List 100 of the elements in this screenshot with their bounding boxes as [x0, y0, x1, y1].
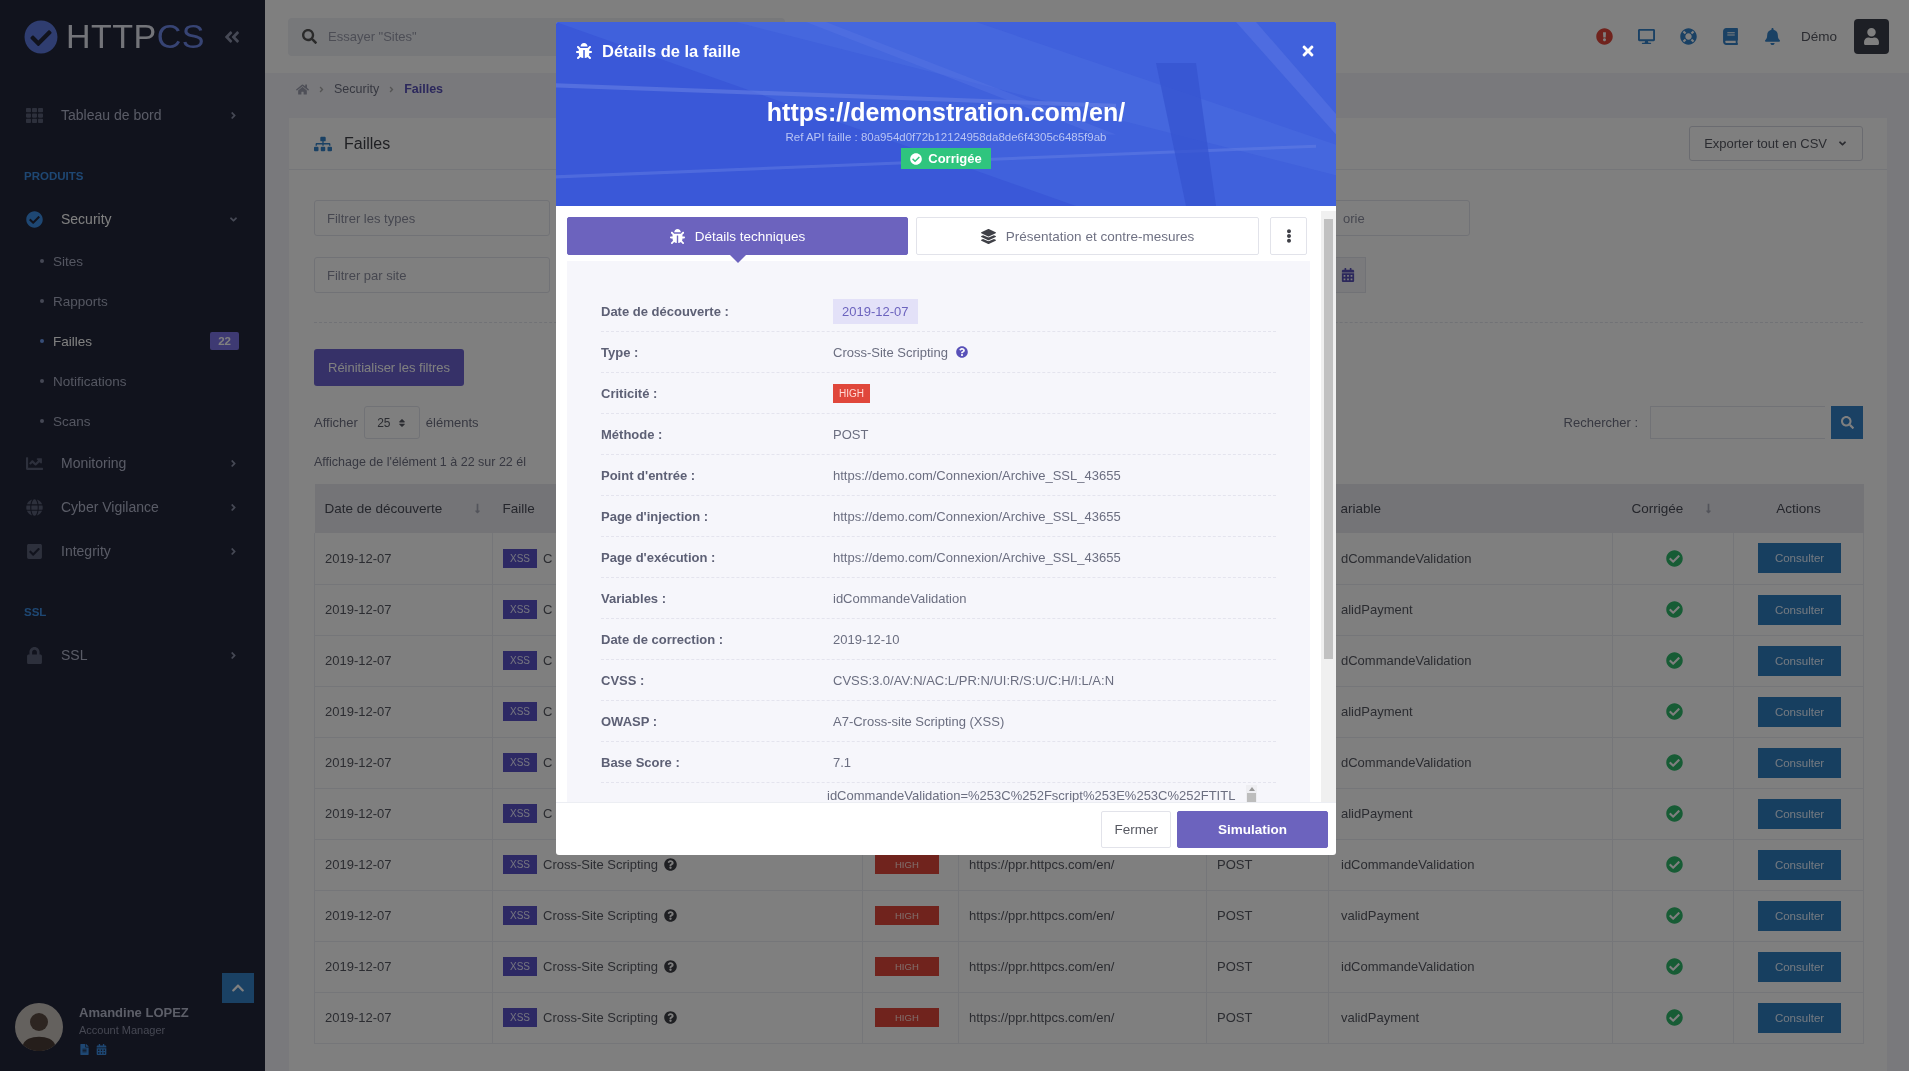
menu-item[interactable]: Cyber Vigilance: [0, 485, 265, 529]
table-cell: POST: [1206, 890, 1329, 941]
user-avatar[interactable]: [1854, 19, 1889, 54]
table-cell: 2019-12-07: [314, 890, 493, 941]
menu-item[interactable]: SSL: [0, 633, 265, 677]
consult-button[interactable]: Consulter: [1758, 645, 1841, 676]
consult-button[interactable]: Consulter: [1758, 849, 1841, 880]
page-size-select[interactable]: 25: [363, 406, 420, 439]
menu-item[interactable]: Tableau de bord: [0, 93, 265, 137]
consult-button[interactable]: Consulter: [1758, 900, 1841, 931]
document-icon[interactable]: [79, 1044, 90, 1055]
menu-item[interactable]: Security: [0, 197, 265, 241]
submenu-item[interactable]: Notifications: [0, 361, 265, 401]
detail-value: 2019-12-10: [833, 631, 900, 647]
submenu-item[interactable]: Rapports: [0, 281, 265, 321]
detail-value: Cross-Site Scripting: [833, 344, 948, 360]
table-cell: validPayment: [1328, 890, 1613, 941]
help-icon[interactable]: [663, 960, 677, 973]
more-options-button[interactable]: [1270, 217, 1307, 255]
detail-value: https://demo.com/Connexion/Archive_SSL_43655: [833, 549, 1121, 565]
consult-button[interactable]: Consulter: [1758, 798, 1841, 829]
column-header[interactable]: Date de découverte: [314, 484, 493, 533]
vulnerability-name: Cross-Site Scripting: [543, 959, 658, 974]
date-chip: 2019-12-07: [833, 298, 918, 324]
consult-button[interactable]: Consulter: [1758, 696, 1841, 727]
tag-badge: XSS: [503, 804, 537, 823]
user-name[interactable]: Démo: [1801, 29, 1837, 44]
submenu-item[interactable]: Failles 22: [0, 321, 265, 361]
consult-button[interactable]: Consulter: [1758, 1002, 1841, 1033]
detail-value: https://demo.com/Connexion/Archive_SSL_43655: [833, 508, 1121, 524]
count-badge: 22: [210, 332, 239, 350]
reset-filters-button[interactable]: Réinitialiser les filtres: [314, 349, 465, 386]
table-cell: idCommandeValidation: [1328, 941, 1613, 992]
consult-button[interactable]: Consulter: [1758, 747, 1841, 778]
help-icon[interactable]: [663, 858, 677, 871]
dashboard-icon: [26, 106, 43, 124]
column-header[interactable]: Corrigée: [1612, 484, 1734, 533]
table-cell: validPayment: [1328, 992, 1613, 1043]
scrollbar[interactable]: [1321, 211, 1336, 802]
search-icon: [302, 28, 317, 44]
help-icon[interactable]: [663, 1011, 677, 1024]
avatar: [15, 1003, 63, 1051]
severity-badge: HIGH: [875, 957, 939, 976]
consult-button[interactable]: Consulter: [1758, 543, 1841, 574]
book-icon[interactable]: [1722, 28, 1739, 45]
checked-folder-icon: [26, 542, 43, 560]
export-button[interactable]: Exporter tout en CSV: [1689, 126, 1863, 161]
home-icon[interactable]: [296, 82, 309, 96]
column-header[interactable]: Actions: [1733, 484, 1864, 533]
table-cell: POST: [1206, 941, 1329, 992]
vulnerability-name: Cross-Site Scripting: [543, 1010, 658, 1025]
consult-button[interactable]: Consulter: [1758, 594, 1841, 625]
chevron-right-icon: [228, 649, 239, 661]
sort-icon: [396, 417, 407, 428]
menu-heading: PRODUITS: [23, 169, 85, 184]
lifebuoy-icon[interactable]: [1680, 28, 1697, 45]
vulnerability-name: C: [543, 550, 553, 566]
globe-icon: [26, 498, 43, 516]
scroll-top-button[interactable]: [222, 973, 254, 1003]
table-cell: 2019-12-07: [314, 584, 493, 635]
breadcrumb-link[interactable]: Security: [334, 82, 380, 96]
bell-icon[interactable]: [1764, 28, 1781, 45]
table-cell: POST: [1206, 992, 1329, 1043]
detail-value: CVSS:3.0/AV:N/AC:L/PR:N/UI:R/S:U/C:H/I:L/A:N: [833, 672, 1115, 688]
calendar-icon[interactable]: [96, 1044, 107, 1055]
detail-value: https://demo.com/Connexion/Archive_SSL_43655: [833, 467, 1121, 483]
card-title: Failles: [344, 134, 391, 153]
table-cell: https://ppr.httpcs.com/en/: [958, 941, 1207, 992]
table-cell: 2019-12-07: [314, 788, 493, 839]
submenu-item[interactable]: Sites: [0, 241, 265, 281]
tab[interactable]: Présentation et contre-mesures: [916, 217, 1259, 255]
lock-icon: [26, 646, 43, 664]
detail-label: Page d'injection :: [601, 508, 710, 524]
breadcrumb-link[interactable]: Failles: [404, 82, 444, 96]
filter-field[interactable]: Filtrer les types: [314, 200, 550, 236]
consult-button[interactable]: Consulter: [1758, 951, 1841, 982]
tag-badge: XSS: [503, 600, 537, 619]
chevron-right-icon: [228, 109, 239, 121]
menu-item[interactable]: Integrity: [0, 529, 265, 573]
table-cell: https://ppr.httpcs.com/en/: [958, 890, 1207, 941]
filter-field[interactable]: Filtrer par site: [314, 257, 550, 293]
table-cell: 2019-12-07: [314, 635, 493, 686]
vulnerability-name: C: [543, 653, 553, 668]
detail-label: CVSS :: [601, 672, 646, 688]
submenu-item[interactable]: Scans: [0, 401, 265, 441]
severity-badge: HIGH: [833, 383, 870, 403]
logo-check-icon: [24, 19, 58, 54]
detail-value: POST: [833, 426, 869, 442]
alert-icon[interactable]: [1596, 28, 1613, 45]
monitor-icon[interactable]: [1638, 28, 1655, 45]
close-icon: [1300, 43, 1316, 59]
search-button[interactable]: [1831, 406, 1863, 439]
help-icon[interactable]: [663, 909, 677, 922]
primary-button[interactable]: Simulation: [1177, 810, 1328, 848]
help-icon[interactable]: [955, 346, 968, 358]
menu-item[interactable]: Monitoring: [0, 441, 265, 485]
close-button[interactable]: [1300, 43, 1316, 59]
chevron-right-icon: [228, 545, 239, 557]
secondary-button[interactable]: Fermer: [1101, 810, 1171, 848]
vulnerability-name: C: [543, 755, 553, 770]
